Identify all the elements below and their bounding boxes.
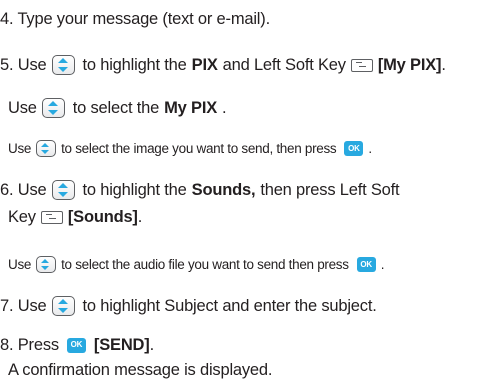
step-6-text: . bbox=[137, 208, 143, 226]
step-6-text: to highlight the bbox=[82, 180, 187, 199]
step-5-sub-2-text: . bbox=[368, 140, 372, 156]
step-6: 6. Use to highlight the Sounds, then pre… bbox=[0, 180, 400, 200]
navigation-key-icon bbox=[51, 180, 75, 200]
step-8-text: . bbox=[149, 336, 155, 354]
step-6-keyword: Sounds, bbox=[191, 180, 256, 199]
step-5: 5. Use to highlight the PIX and Left Sof… bbox=[0, 55, 446, 75]
step-8-line-2: A confirmation message is displayed. bbox=[8, 362, 272, 379]
navigation-key-icon bbox=[51, 55, 75, 75]
step-5-sub-2-text: Use bbox=[8, 140, 32, 156]
navigation-key-icon bbox=[36, 256, 57, 273]
left-soft-key-icon bbox=[350, 58, 373, 72]
manual-page: 4. Type your message (text or e-mail). 5… bbox=[0, 0, 479, 383]
navigation-key-icon bbox=[51, 296, 75, 316]
navigation-key-icon bbox=[36, 140, 57, 157]
step-6-sub-1: Use to select the audio file you want to… bbox=[8, 256, 385, 273]
step-5-sub-2-text: to select the image you want to send, th… bbox=[61, 140, 337, 156]
confirmation-text: A confirmation message is displayed. bbox=[8, 361, 273, 379]
step-7: 7. Use to highlight Subject and enter th… bbox=[0, 296, 377, 316]
navigation-key-icon bbox=[41, 98, 65, 118]
step-7-text: to highlight Subject and enter the subje… bbox=[82, 296, 377, 315]
step-6-text: 6. Use bbox=[0, 180, 47, 199]
step-5-text: . bbox=[441, 55, 446, 74]
step-8: 8. Press OK [SEND]. bbox=[0, 337, 154, 354]
step-6-line-2: Key [Sounds]. bbox=[8, 209, 142, 226]
step-5-sub-1-text: Use bbox=[8, 98, 37, 117]
step-5-keyword: PIX bbox=[191, 55, 218, 74]
left-soft-key-icon bbox=[40, 210, 63, 224]
step-5-text: to highlight the bbox=[82, 55, 187, 74]
step-8-text: 8. Press bbox=[0, 336, 59, 354]
step-5-text: and Left Soft Key bbox=[222, 55, 346, 74]
step-6-text: then press Left Soft bbox=[260, 180, 400, 199]
ok-key-icon: OK bbox=[344, 141, 364, 156]
step-5-sub-1-text: to select the bbox=[72, 98, 160, 117]
ok-key-icon: OK bbox=[356, 257, 376, 272]
step-7-text: 7. Use bbox=[0, 296, 47, 315]
step-5-text: 5. Use bbox=[0, 55, 47, 74]
step-5-keyword: [My PIX] bbox=[377, 55, 442, 74]
step-4: 4. Type your message (text or e-mail). bbox=[0, 11, 270, 28]
step-6-sub-1-text: . bbox=[380, 256, 385, 272]
step-5-sub-1-keyword: My PIX bbox=[164, 98, 218, 117]
step-6-sub-1-text: to select the audio file you want to sen… bbox=[61, 256, 349, 272]
ok-key-icon: OK bbox=[66, 337, 86, 353]
step-4-text: 4. Type your message (text or e-mail). bbox=[0, 10, 270, 28]
step-5-sub-1-text: . bbox=[222, 98, 227, 117]
step-6-keyword: [Sounds] bbox=[67, 208, 138, 226]
step-6-sub-1-text: Use bbox=[8, 256, 32, 272]
step-6-text: Key bbox=[8, 208, 36, 226]
step-5-sub-1: Use to select the My PIX. bbox=[8, 98, 227, 118]
step-8-keyword: [SEND] bbox=[93, 336, 150, 354]
step-5-sub-2: Use to select the image you want to send… bbox=[8, 140, 372, 157]
